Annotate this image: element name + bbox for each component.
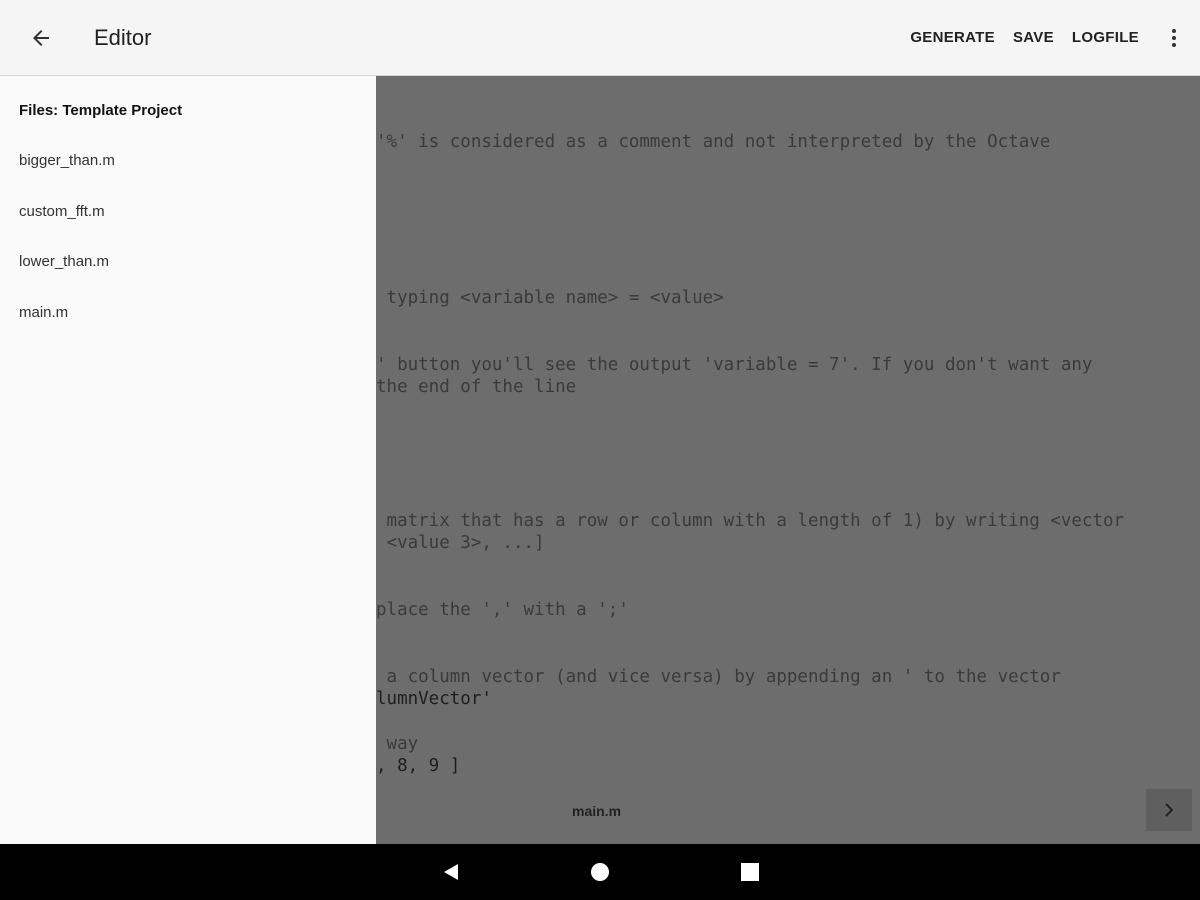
code-line: a column vector (and vice versa) by appe… <box>376 667 1061 687</box>
current-file-tab[interactable]: main.m <box>572 803 621 819</box>
chevron-right-icon <box>1165 803 1174 817</box>
nav-recents-button[interactable] <box>720 844 780 900</box>
code-line: lumnVector' <box>376 689 492 709</box>
nav-back-button[interactable] <box>421 844 481 900</box>
page-title: Editor <box>94 24 152 50</box>
app-toolbar: Editor GENERATE SAVE LOGFILE <box>0 0 1200 76</box>
home-circle-icon <box>591 863 609 881</box>
back-button[interactable] <box>0 0 82 76</box>
generate-button[interactable]: GENERATE <box>901 0 1004 76</box>
code-line: '%' is considered as a comment and not i… <box>376 132 1051 152</box>
back-arrow-icon <box>33 29 49 46</box>
file-drawer: Files: Template Project bigger_than.m cu… <box>0 76 376 844</box>
logfile-button[interactable]: LOGFILE <box>1063 0 1148 76</box>
file-item-main[interactable]: main.m <box>19 304 68 321</box>
code-line: way <box>376 734 419 754</box>
code-line: place the ',' with a ';' <box>376 600 629 620</box>
drawer-header: Files: Template Project <box>19 102 183 119</box>
code-line: ' button you'll see the output 'variable… <box>376 355 1093 375</box>
code-line: matrix that has a row or column with a l… <box>376 511 1125 531</box>
overflow-menu-button[interactable] <box>1148 0 1200 76</box>
system-nav-bar <box>0 844 1200 900</box>
more-vert-icon <box>1172 28 1176 47</box>
code-editor[interactable]: '%' is considered as a comment and not i… <box>376 76 1200 844</box>
next-file-button[interactable] <box>1146 789 1192 831</box>
save-button[interactable]: SAVE <box>1004 0 1063 76</box>
toolbar-actions: GENERATE SAVE LOGFILE <box>901 0 1200 76</box>
file-item-bigger-than[interactable]: bigger_than.m <box>19 152 115 169</box>
code-line: <value 3>, ...] <box>376 533 545 553</box>
file-item-custom-fft[interactable]: custom_fft.m <box>19 203 105 220</box>
file-item-lower-than[interactable]: lower_than.m <box>19 253 109 270</box>
code-line: , 8, 9 ] <box>376 756 461 776</box>
recents-square-icon <box>741 863 759 881</box>
code-line: typing <variable name> = <value> <box>376 288 724 308</box>
nav-home-button[interactable] <box>570 844 630 900</box>
code-line: the end of the line <box>376 377 577 397</box>
back-triangle-icon <box>444 864 458 880</box>
